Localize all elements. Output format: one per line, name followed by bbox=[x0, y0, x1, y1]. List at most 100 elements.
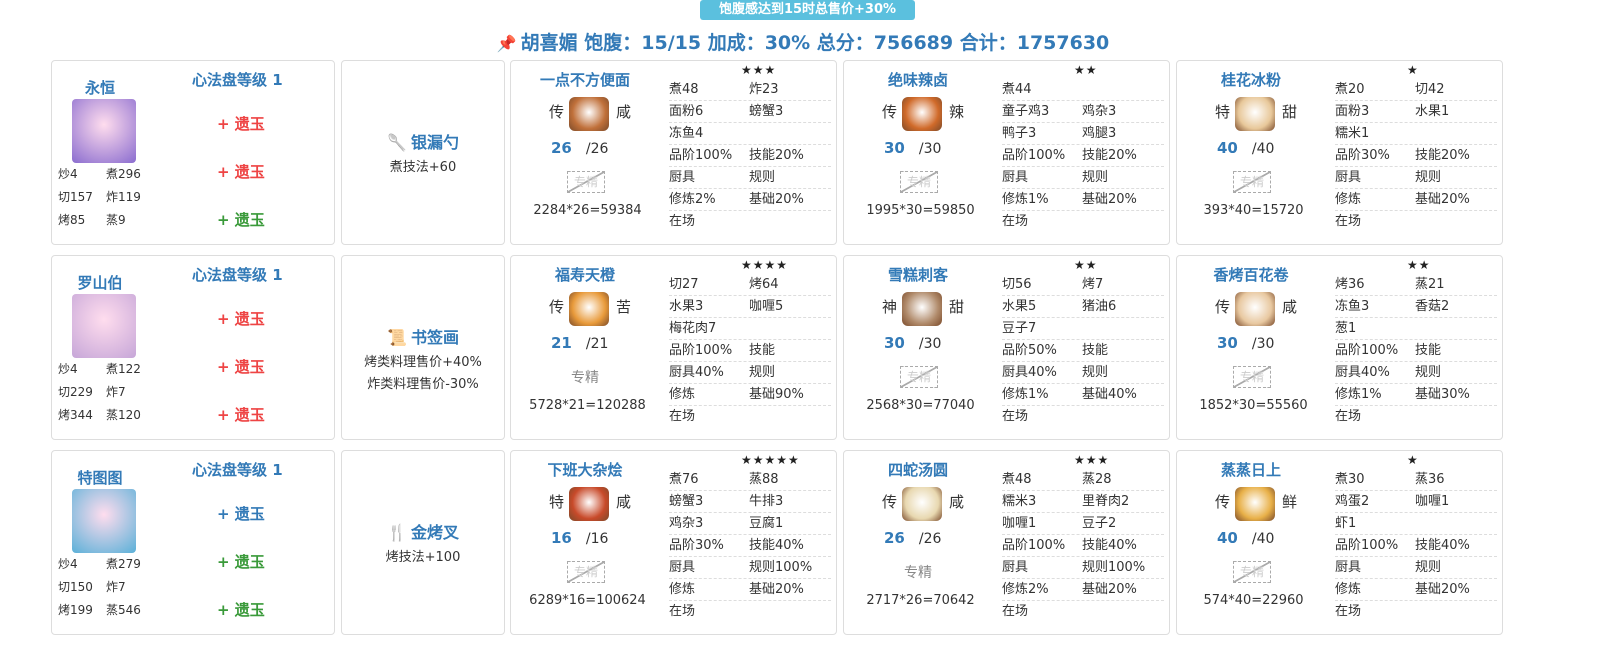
detail-value: 切27 bbox=[669, 277, 699, 292]
detail-row: 厨具40% 规则 bbox=[669, 362, 831, 384]
dish-name[interactable]: 雪糕刺客 bbox=[848, 264, 988, 285]
grade-label: 传 bbox=[1215, 298, 1231, 316]
dish-name[interactable]: 四蛇汤圆 bbox=[848, 459, 988, 480]
quantity-value: 21 bbox=[551, 334, 572, 352]
dish-line: 特咸 bbox=[541, 487, 661, 521]
dish-quantity[interactable]: 40/40 bbox=[1217, 529, 1274, 547]
dish-name[interactable]: 蒸蒸日上 bbox=[1181, 459, 1321, 480]
detail-row: 葱1 bbox=[1335, 318, 1497, 340]
detail-row: 修炼2% 基础20% bbox=[669, 189, 831, 211]
taste-label: 鲜 bbox=[1282, 493, 1298, 511]
grade-label: 传 bbox=[549, 103, 565, 121]
chef-card[interactable]: 罗山伯炒4 煮122 切229 炸7 烤344 蒸120 心法盘等级 1 + 遗玉 + 遗玉 + … bbox=[51, 255, 335, 440]
dish-name[interactable]: 福寿天橙 bbox=[515, 264, 655, 285]
detail-value: 修炼1% bbox=[1002, 192, 1049, 207]
dish-card[interactable]: 香烤百花卷 ★★ 传咸 30/30 专精 1852*30=55560 烤36 蒸21 冻鱼3 香菇… bbox=[1176, 255, 1503, 440]
stat-row: 切229 炸7 bbox=[58, 381, 154, 404]
jade-slot[interactable]: + 遗玉 bbox=[217, 503, 265, 524]
dish-line: 神甜 bbox=[874, 292, 994, 326]
jade-slot[interactable]: + 遗玉 bbox=[217, 113, 265, 134]
dish-score: 5728*21=120288 bbox=[529, 398, 646, 413]
dish-card[interactable]: 福寿天橙 ★★★★ 传苦 21/21 专精 5728*21=120288 切27 烤64 水果3… bbox=[510, 255, 837, 440]
dish-card[interactable]: 四蛇汤圆 ★★★ 传咸 26/26 专精 2717*26=70642 煮48 蒸28 糯米3 里脊… bbox=[843, 450, 1170, 635]
dish-name[interactable]: 桂花冰粉 bbox=[1181, 69, 1321, 90]
dish-name[interactable]: 香烤百花卷 bbox=[1181, 264, 1321, 285]
detail-row: 在场 bbox=[669, 601, 831, 622]
detail-value: 修炼 bbox=[669, 387, 696, 402]
jade-slot[interactable]: + 遗玉 bbox=[217, 308, 265, 329]
quantity-max: /40 bbox=[1251, 141, 1275, 157]
detail-value: 鸡杂3 bbox=[669, 516, 704, 531]
jade-slot[interactable]: + 遗玉 bbox=[217, 356, 265, 377]
dish-detail-grid: 煮20 切42 面粉3 水果1 糯米1 品阶30% 技能20% 厨具 规则 修炼 基础20% 在场 bbox=[1335, 79, 1497, 232]
dish-quantity[interactable]: 16/16 bbox=[551, 529, 608, 547]
stat-value: 煮279 bbox=[106, 557, 141, 571]
jade-slot[interactable]: + 遗玉 bbox=[217, 599, 265, 620]
dish-detail-grid: 煮44 童子鸡3 鸡杂3 鸭子3 鸡腿3 品阶100% 技能20% 厨具 规则 修炼1% 基础20%… bbox=[1002, 79, 1164, 232]
dish-quantity[interactable]: 26/26 bbox=[884, 529, 941, 547]
detail-row: 品阶50% 技能 bbox=[1002, 340, 1164, 362]
chef-name[interactable]: 罗山伯 bbox=[74, 272, 126, 293]
dish-quantity[interactable]: 21/21 bbox=[551, 334, 608, 352]
jade-slot[interactable]: + 遗玉 bbox=[217, 551, 265, 572]
quantity-value: 40 bbox=[1217, 139, 1238, 157]
detail-value: 螃蟹3 bbox=[669, 494, 704, 509]
detail-value: 规则 bbox=[1082, 365, 1109, 380]
heart-disk-level[interactable]: 心法盘等级 1 bbox=[192, 459, 283, 480]
detail-row: 冻鱼3 香菇2 bbox=[1335, 296, 1497, 318]
detail-row: 煮76 蒸88 bbox=[669, 469, 831, 491]
detail-row: 修炼 基础20% bbox=[1335, 189, 1497, 211]
stat-row: 烤199 蒸546 bbox=[58, 599, 154, 622]
grade-label: 特 bbox=[549, 493, 565, 511]
dish-name[interactable]: 下班大杂烩 bbox=[515, 459, 655, 480]
detail-row: 修炼1% 基础20% bbox=[1002, 189, 1164, 211]
stat-value: 炸7 bbox=[106, 580, 126, 594]
chef-name[interactable]: 特图图 bbox=[74, 467, 126, 488]
equip-title: 🥄 银漏勺 bbox=[342, 129, 504, 153]
jade-slot[interactable]: + 遗玉 bbox=[217, 161, 265, 182]
detail-value: 鸡蛋2 bbox=[1335, 494, 1370, 509]
detail-row: 在场 bbox=[669, 406, 831, 427]
dish-name[interactable]: 一点不方便面 bbox=[515, 69, 655, 90]
detail-row: 切56 烤7 bbox=[1002, 274, 1164, 296]
dish-card[interactable]: 绝味辣卤 ★★ 传辣 30/30 专精 1995*30=59850 煮44 童子鸡3 鸡杂3 鸭子… bbox=[843, 60, 1170, 245]
detail-row: 在场 bbox=[1002, 406, 1164, 427]
dish-card[interactable]: 一点不方便面 ★★★ 传咸 26/26 专精 2284*26=59384 煮48 炸23 面粉6… bbox=[510, 60, 837, 245]
detail-value: 煮20 bbox=[1335, 82, 1365, 97]
equip-effect: 烤技法+100 bbox=[385, 550, 461, 565]
dish-name[interactable]: 绝味辣卤 bbox=[848, 69, 988, 90]
detail-value: 蒸88 bbox=[749, 472, 779, 487]
detail-value: 技能 bbox=[1082, 343, 1109, 358]
chef-card[interactable]: 永恒 炒4 煮296 切157 炸119 烤85 蒸9 心法盘等级 1 + 遗玉 + 遗玉 + 遗玉 bbox=[51, 60, 335, 245]
heart-disk-level[interactable]: 心法盘等级 1 bbox=[192, 264, 283, 285]
chef-name[interactable]: 永恒 bbox=[74, 77, 126, 98]
detail-row: 修炼 基础90% bbox=[669, 384, 831, 406]
detail-value: 修炼 bbox=[1335, 192, 1362, 207]
chef-stats: 炒4 煮279 切150 炸7 烤199 蒸546 bbox=[58, 553, 154, 622]
dish-card[interactable]: 雪糕刺客 ★★ 神甜 30/30 专精 2568*30=77040 切56 烤7 水果5 猪油6 豆… bbox=[843, 255, 1170, 440]
dish-quantity[interactable]: 30/30 bbox=[884, 139, 941, 157]
heart-disk-level[interactable]: 心法盘等级 1 bbox=[192, 69, 283, 90]
dish-card[interactable]: 下班大杂烩 ★★★★★ 特咸 16/16 专精 6289*16=100624 煮76 蒸88 螃… bbox=[510, 450, 837, 635]
detail-row: 鸭子3 鸡腿3 bbox=[1002, 123, 1164, 145]
equip-card[interactable]: 🥄 银漏勺 煮技法+60 bbox=[341, 60, 505, 245]
jade-slot[interactable]: + 遗玉 bbox=[217, 404, 265, 425]
quantity-max: /40 bbox=[1251, 531, 1275, 547]
detail-row: 在场 bbox=[1002, 211, 1164, 232]
detail-value: 基础20% bbox=[1415, 192, 1470, 207]
chef-card[interactable]: 特图图 炒4 煮279 切150 炸7 烤199 蒸546 心法盘等级 1 + 遗玉 + 遗玉 + … bbox=[51, 450, 335, 635]
dish-quantity[interactable]: 40/40 bbox=[1217, 139, 1274, 157]
chef-stats: 炒4 煮122 切229 炸7 烤344 蒸120 bbox=[58, 358, 154, 427]
dish-card[interactable]: 蒸蒸日上 ★ 传鲜 40/40 专精 574*40=22960 煮30 蒸36 鸡蛋2 咖喱1 虾1… bbox=[1176, 450, 1503, 635]
equip-card[interactable]: 📜 书签画 烤类料理售价+40% 炸类料理售价-30% bbox=[341, 255, 505, 440]
detail-row: 品阶100% 技能40% bbox=[1002, 535, 1164, 557]
detail-value: 规则100% bbox=[749, 560, 813, 575]
dish-quantity[interactable]: 26/26 bbox=[551, 139, 608, 157]
dish-quantity[interactable]: 30/30 bbox=[884, 334, 941, 352]
jade-slot[interactable]: + 遗玉 bbox=[217, 209, 265, 230]
detail-value: 技能20% bbox=[1082, 148, 1137, 163]
dish-quantity[interactable]: 30/30 bbox=[1217, 334, 1274, 352]
detail-row: 冻鱼4 bbox=[669, 123, 831, 145]
equip-card[interactable]: 🍴 金烤叉 烤技法+100 bbox=[341, 450, 505, 635]
dish-card[interactable]: 桂花冰粉 ★ 特甜 40/40 专精 393*40=15720 煮20 切42 面粉3 水果1 糯米… bbox=[1176, 60, 1503, 245]
